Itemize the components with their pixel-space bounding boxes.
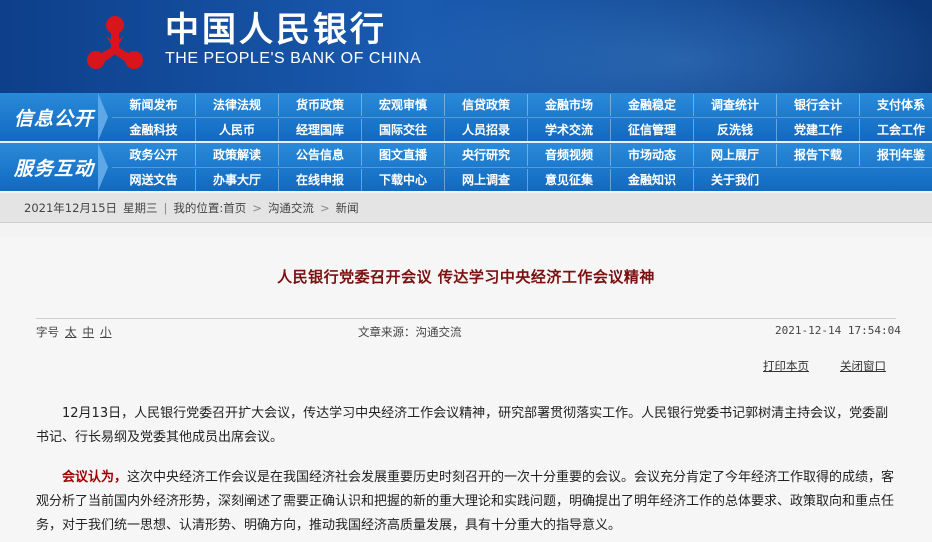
- service-nav-row-2: 网送文告 办事大厅 在线申报 下载中心 网上调查 意见征集 金融知识 关于我们: [112, 167, 932, 191]
- pboc-emblem-icon[interactable]: [80, 10, 150, 80]
- article-paragraph-2: 会议认为，这次中央经济工作会议是在我国经济社会发展重要历史时刻召开的一次十分重要…: [36, 466, 896, 538]
- meta-divider: [36, 318, 896, 319]
- nav-item[interactable]: 办事大厅: [195, 168, 278, 191]
- nav-item[interactable]: 下载中心: [361, 168, 444, 191]
- chevron-right-icon: >: [319, 201, 330, 215]
- breadcrumb: 2021年12月15日 星期三 | 我的位置:首页 > 沟通交流 > 新闻: [0, 193, 932, 223]
- nav-item[interactable]: 征信管理: [610, 118, 693, 141]
- nav-item[interactable]: 网上展厅: [693, 144, 776, 166]
- font-size-large-link[interactable]: 太: [65, 325, 77, 339]
- chevron-right-icon: >: [252, 201, 262, 215]
- info-disclosure-title: 信息公开: [0, 93, 108, 141]
- current-date: 2021年12月15日: [24, 201, 118, 215]
- nav-item[interactable]: 法律法规: [195, 94, 278, 116]
- nav-item[interactable]: 新闻发布: [112, 94, 195, 116]
- breadcrumb-level2-link[interactable]: 新闻: [336, 193, 359, 223]
- font-size-control: 字号太中小: [36, 324, 112, 340]
- paragraph-lead-highlight: 会议认为，: [62, 470, 128, 485]
- info-nav-row-1: 新闻发布 法律法规 货币政策 宏观审慎 信贷政策 金融市场 金融稳定 调查统计 …: [112, 93, 932, 117]
- nav-item[interactable]: 央行研究: [444, 144, 527, 166]
- nav-item[interactable]: 图文直播: [361, 144, 444, 166]
- nav-item[interactable]: 政务公开: [112, 144, 195, 166]
- article-title: 人民银行党委召开会议 传达学习中央经济工作会议精神: [277, 268, 655, 286]
- service-interaction-title: 服务互动: [0, 143, 108, 191]
- nav-item[interactable]: 网上调查: [444, 168, 527, 191]
- nav-item[interactable]: 信贷政策: [444, 94, 527, 116]
- font-size-label: 字号: [36, 325, 59, 339]
- nav-item[interactable]: 公告信息: [278, 144, 361, 166]
- nav-item[interactable]: 经理国库: [278, 118, 361, 141]
- nav-item[interactable]: 党建工作: [776, 118, 859, 141]
- nav-item[interactable]: 支付体系: [859, 94, 932, 116]
- nav-item[interactable]: 金融知识: [610, 168, 693, 191]
- paragraph-2-body: 这次中央经济工作会议是在我国经济社会发展重要历史时刻召开的一次十分重要的会议。会…: [36, 470, 895, 533]
- breadcrumb-level1-link[interactable]: 沟通交流: [268, 193, 314, 223]
- nav-item[interactable]: 网送文告: [112, 169, 195, 191]
- nav-item[interactable]: 货币政策: [278, 94, 361, 116]
- info-nav-row-2: 金融科技 人民币 经理国库 国际交往 人员招录 学术交流 征信管理 反洗钱 党建…: [112, 117, 932, 141]
- service-interaction-nav: 服务互动 政务公开 政策解读 公告信息 图文直播 央行研究 音频视频 市场动态 …: [0, 143, 932, 191]
- article-source: 文章来源：沟通交流: [358, 325, 462, 339]
- nav-item[interactable]: 音频视频: [527, 144, 610, 166]
- nav-item[interactable]: 银行会计: [776, 94, 859, 116]
- close-window-link[interactable]: 关闭窗口: [840, 358, 886, 374]
- nav-item[interactable]: 国际交往: [361, 118, 444, 141]
- nav-item[interactable]: 人员招录: [444, 118, 527, 141]
- nav-item[interactable]: 金融稳定: [610, 94, 693, 116]
- nav-item[interactable]: 意见征集: [527, 168, 610, 191]
- nav-item[interactable]: 宏观审慎: [361, 94, 444, 116]
- nav-item[interactable]: 政策解读: [195, 144, 278, 166]
- nav-item[interactable]: 金融市场: [527, 94, 610, 116]
- nav-item[interactable]: 金融科技: [112, 119, 195, 141]
- bank-name-cn: 中国人民银行: [165, 10, 387, 50]
- font-size-medium-link[interactable]: 中: [83, 325, 95, 339]
- breadcrumb-home-link[interactable]: 我的位置:首页: [173, 193, 246, 223]
- info-disclosure-nav: 信息公开 新闻发布 法律法规 货币政策 宏观审慎 信贷政策 金融市场 金融稳定 …: [0, 93, 932, 141]
- print-page-link[interactable]: 打印本页: [763, 358, 809, 374]
- service-nav-row-1: 政务公开 政策解读 公告信息 图文直播 央行研究 音频视频 市场动态 网上展厅 …: [112, 143, 932, 167]
- bank-name-en: THE PEOPLE'S BANK OF CHINA: [165, 50, 422, 67]
- nav-item[interactable]: 调查统计: [693, 94, 776, 116]
- nav-item[interactable]: 报刊年鉴: [859, 144, 932, 166]
- current-weekday: 星期三: [123, 201, 158, 215]
- article-datetime: 2021-12-14 17:54:04: [775, 324, 901, 337]
- article-paragraph-1: 12月13日，人民银行党委召开扩大会议，传达学习中央经济工作会议精神，研究部署贯…: [36, 406, 889, 445]
- breadcrumb-separator: |: [163, 201, 168, 215]
- nav-item[interactable]: 工会工作: [859, 118, 932, 141]
- site-header: 中国人民银行 THE PEOPLE'S BANK OF CHINA: [0, 0, 932, 93]
- nav-item[interactable]: 学术交流: [527, 118, 610, 141]
- nav-item[interactable]: 在线申报: [278, 168, 361, 191]
- font-size-small-link[interactable]: 小: [100, 325, 112, 339]
- nav-item[interactable]: 关于我们: [693, 168, 776, 191]
- nav-item[interactable]: 报告下载: [776, 144, 859, 166]
- nav-item[interactable]: 市场动态: [610, 144, 693, 166]
- nav-item[interactable]: 人民币: [195, 118, 278, 141]
- nav-item[interactable]: 反洗钱: [693, 118, 776, 141]
